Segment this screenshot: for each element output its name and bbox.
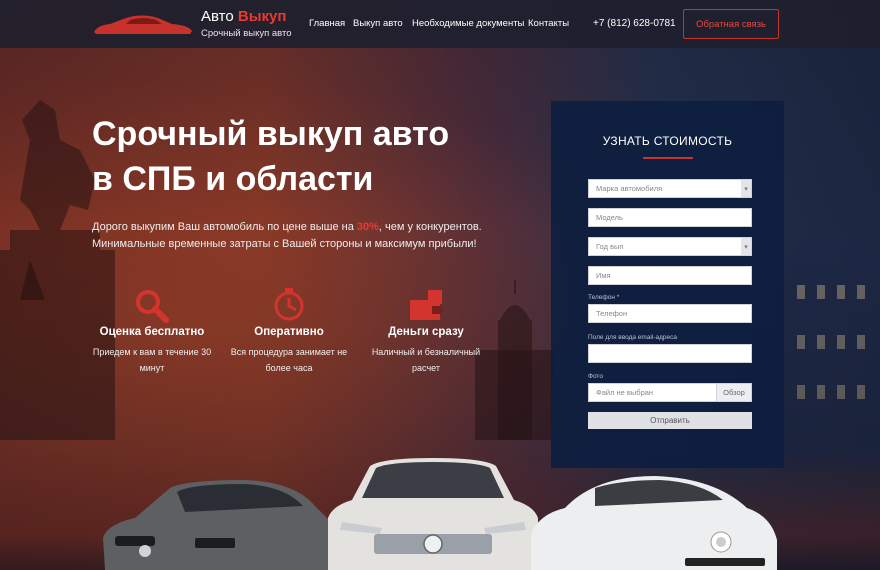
feature-free-estimate: Оценка бесплатно Приедем к вам в течение… (87, 286, 217, 376)
feature-title: Оценка бесплатно (99, 326, 205, 338)
nav-home[interactable]: Главная (309, 18, 345, 29)
form-title: УЗНАТЬ СТОИМОСТЬ (602, 134, 733, 148)
title-underline (643, 157, 693, 159)
hero-title: Срочный выкуп авто в СПБ и области (92, 112, 522, 202)
file-status: Файл не выбран (596, 388, 654, 397)
car-white-sedan (328, 458, 538, 570)
model-placeholder: Модель (596, 213, 623, 222)
nav-buyout[interactable]: Выкуп авто (353, 18, 403, 29)
photo-label: Фото (588, 373, 603, 380)
nav-contacts[interactable]: Контакты (528, 18, 569, 29)
hero-title-line1: Срочный выкуп авто (92, 115, 450, 153)
car-white-beetle (531, 476, 777, 570)
feature-title: Деньги сразу (388, 326, 464, 338)
brand-accent: Выкуп (237, 8, 287, 25)
phone-label: Телефон * (588, 294, 620, 301)
name-input[interactable]: Имя (588, 266, 752, 285)
year-select[interactable]: Год вып ▾ (588, 237, 752, 256)
hero-text-line2: Минимальные временные затраты с Вашей ст… (92, 238, 477, 250)
estimate-form: УЗНАТЬ СТОИМОСТЬ Марка автомобиля ▾ Моде… (551, 101, 784, 468)
submit-button[interactable]: Отправить (588, 412, 752, 429)
year-value: Год вып (596, 242, 624, 251)
phone-placeholder: Телефон (596, 309, 628, 318)
chevron-down-icon: ▾ (741, 238, 751, 255)
chevron-down-icon: ▾ (741, 180, 751, 197)
brand-main: Авто (201, 8, 234, 25)
city-building (785, 225, 880, 470)
wallet-icon (410, 290, 442, 320)
clock-icon (274, 288, 304, 321)
feature-desc: Вся процедура занимает не более часа (230, 347, 348, 373)
site-header: Авто Выкуп Срочный выкуп авто Главная Вы… (0, 0, 880, 48)
feature-cash: Деньги сразу Наличный и безналичный расч… (361, 286, 491, 376)
name-placeholder: Имя (596, 271, 611, 280)
model-input[interactable]: Модель (588, 208, 752, 227)
feature-title: Оперативно (254, 326, 324, 338)
email-label: Поле для ввода email-адреса (588, 334, 677, 341)
car-brand-value: Марка автомобиля (596, 184, 663, 193)
phone-number[interactable]: +7 (812) 628-0781 (593, 18, 676, 29)
email-input[interactable] (588, 344, 752, 363)
feature-desc: Наличный и безналичный расчет (371, 347, 481, 373)
car-grey-hatchback (103, 480, 337, 570)
phone-input[interactable]: Телефон (588, 304, 752, 323)
brand-name[interactable]: Авто Выкуп (201, 8, 286, 25)
car-logo-icon[interactable] (92, 12, 194, 38)
hero-text-before: Дорого выкупим Ваш автомобиль по цене вы… (92, 221, 357, 233)
browse-button[interactable]: Обзор (716, 384, 751, 401)
hero-highlight: 30% (356, 221, 379, 233)
feature-fast: Оперативно Вся процедура занимает не бол… (224, 286, 354, 376)
brand-tagline: Срочный выкуп авто (201, 28, 292, 39)
nav-documents[interactable]: Необходимые документы (412, 18, 524, 29)
callback-button[interactable]: Обратная связь (683, 9, 779, 39)
hero-description: Дорого выкупим Ваш автомобиль по цене вы… (92, 219, 512, 253)
hero-title-line2: в СПБ и области (92, 160, 374, 198)
car-brand-select[interactable]: Марка автомобиля ▾ (588, 179, 752, 198)
photo-file-input[interactable]: Файл не выбран Обзор (588, 383, 752, 402)
feature-desc: Приедем к вам в течение 30 минут (92, 347, 212, 373)
search-icon (136, 290, 169, 323)
hero-text-after: , чем у конкурентов. (378, 221, 482, 233)
